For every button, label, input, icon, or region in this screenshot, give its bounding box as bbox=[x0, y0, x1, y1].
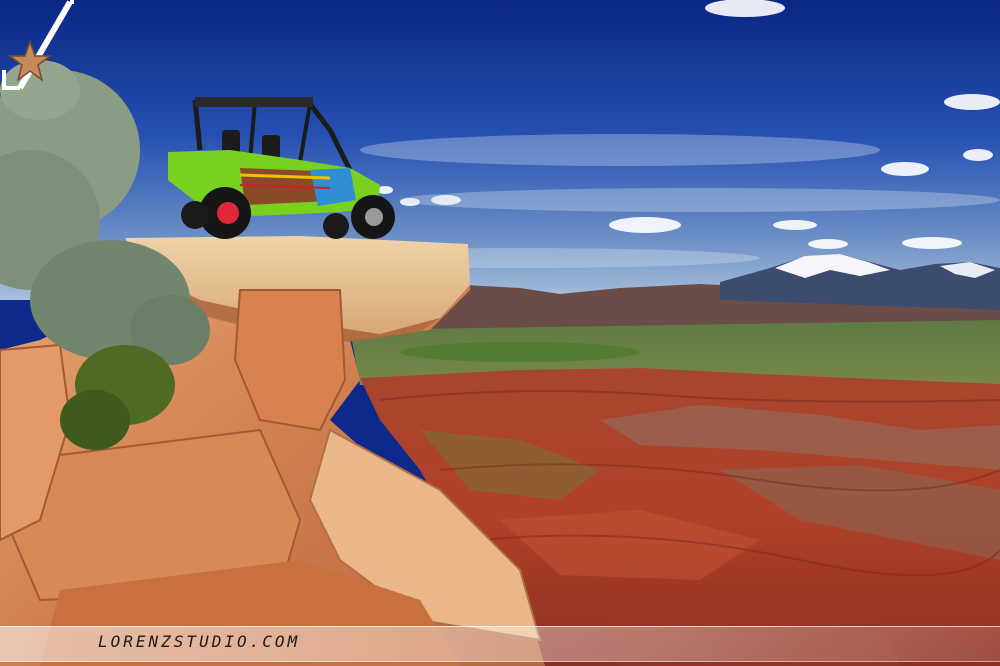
watermark-text: LORENZSTUDIO.COM bbox=[98, 632, 301, 651]
landscape-photo: LORENZSTUDIO.COM bbox=[0, 0, 1000, 666]
star-in-box-logo-icon bbox=[2, 0, 74, 90]
photo-illustration bbox=[0, 0, 1000, 666]
